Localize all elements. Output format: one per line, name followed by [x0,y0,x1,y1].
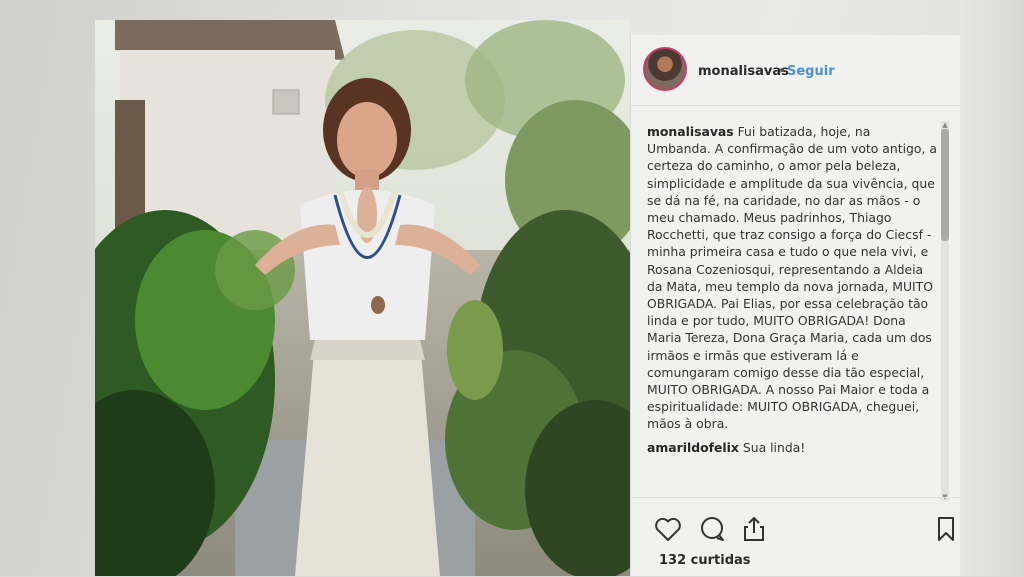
comment-text: Sua linda! [742,439,806,455]
bookmark-icon[interactable] [931,514,961,544]
comment-bubble-icon[interactable] [697,514,727,544]
post-photo[interactable] [95,20,630,576]
scrollbar-thumb[interactable] [941,129,949,241]
post-header: monalisavas • Seguir [631,35,961,106]
caption-username[interactable]: monalisavas [647,124,734,139]
separator-dot: • [778,64,786,79]
scroll-up-arrow-icon[interactable]: ▲ [941,121,949,129]
username[interactable]: monalisavas [698,64,789,79]
caption-text: Fui batizada, hoje, na Umbanda. A confir… [647,124,937,432]
share-icon[interactable] [739,514,769,544]
comment-item: amarildofelix Sua linda! [647,439,937,456]
comment-username[interactable]: amarildofelix [647,440,739,455]
follow-button[interactable]: Seguir [787,64,835,79]
post-actions: 132 curtidas [631,497,961,577]
photo-illustration [95,20,630,576]
post-sidebar: monalisavas • Seguir monalisavas Fui bat… [630,35,961,576]
comments-scrollbar[interactable] [941,121,949,501]
heart-icon[interactable] [653,514,683,544]
avatar[interactable] [643,47,687,91]
likes-count[interactable]: 132 curtidas [659,553,751,568]
screen-edge [960,0,1024,576]
comments-area[interactable]: monalisavas Fui batizada, hoje, na Umban… [647,123,937,491]
caption: monalisavas Fui batizada, hoje, na Umban… [647,123,937,433]
